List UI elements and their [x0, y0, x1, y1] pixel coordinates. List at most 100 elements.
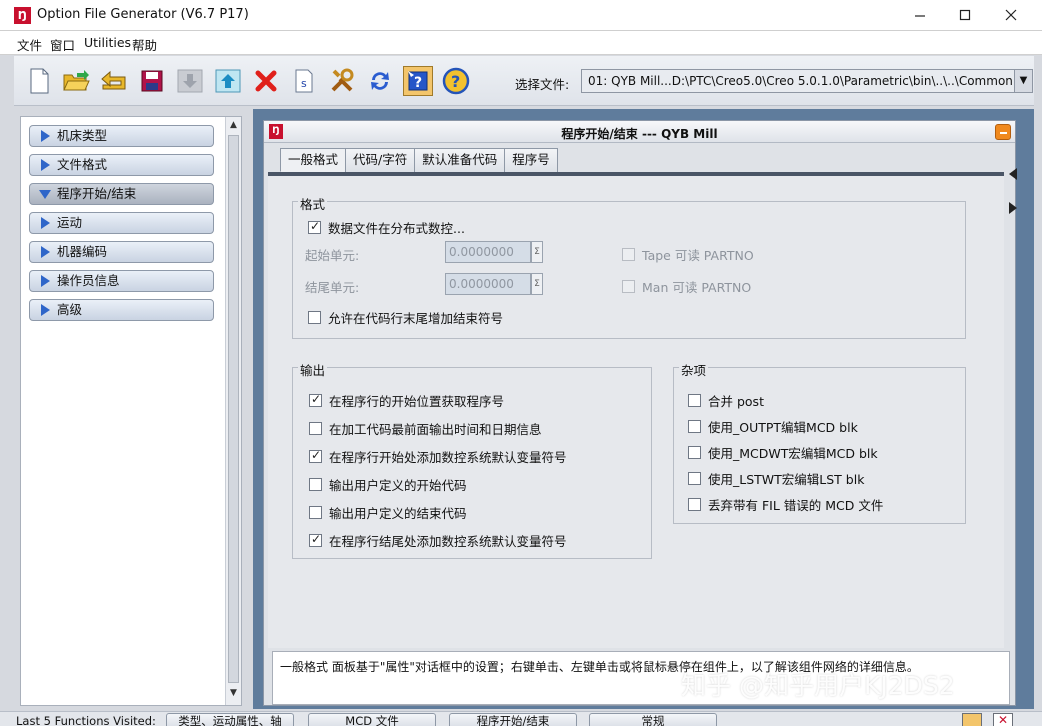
dnc-checkbox[interactable]	[308, 219, 321, 234]
nav-item-motion[interactable]: 运动	[29, 212, 214, 234]
open-button[interactable]	[61, 66, 91, 96]
output-checkbox[interactable]	[309, 422, 322, 435]
scrollbar-thumb[interactable]	[228, 135, 239, 683]
format-group: 格式 数据文件在分布式数控... 起始单元: 0.0000000 Σ 结尾单元:…	[292, 194, 966, 339]
recent-function-button[interactable]: 常规	[589, 713, 717, 726]
misc-item-row[interactable]: 合并 post	[688, 391, 764, 410]
nav-item-machine-codes[interactable]: 机器编码	[29, 241, 214, 263]
upload-icon	[215, 69, 241, 93]
tab-general-format[interactable]: 一般格式	[280, 148, 347, 172]
close-icon	[1005, 9, 1017, 21]
tape-partno-label: Tape 可读 PARTNO	[642, 248, 754, 263]
expand-arrow-icon	[41, 304, 50, 316]
maximize-button[interactable]	[943, 3, 987, 27]
expand-arrow-icon	[41, 275, 50, 287]
nav-item-machine-type[interactable]: 机床类型	[29, 125, 214, 147]
minimize-button[interactable]	[898, 3, 942, 27]
scroll-right-icon[interactable]	[1009, 202, 1017, 214]
output-checkbox[interactable]	[309, 448, 322, 463]
output-item-row[interactable]: 输出用户定义的结束代码	[309, 503, 467, 522]
context-help-icon: ?	[408, 71, 428, 91]
file-select-dropdown[interactable]: 01: QYB Mill...D:\PTC\Creo5.0\Creo 5.0.1…	[581, 69, 1033, 93]
nav-panel: 机床类型 文件格式 程序开始/结束 运动 机器编码 操作员信息 高级 ▲ ▼	[20, 116, 242, 706]
close-button[interactable]	[989, 3, 1033, 27]
recent-function-button[interactable]: 程序开始/结束	[449, 713, 577, 726]
chevron-down-icon[interactable]: ▼	[1014, 70, 1032, 92]
open-folder-icon	[63, 70, 90, 91]
end-unit-sigma-button[interactable]: Σ	[531, 273, 543, 295]
start-unit-input[interactable]: 0.0000000	[445, 241, 531, 263]
upload-button[interactable]	[213, 66, 243, 96]
scroll-down-icon[interactable]: ▼	[228, 688, 239, 700]
new-file-button[interactable]	[24, 66, 54, 96]
output-item-row[interactable]: 在程序行的开始位置获取程序号	[309, 391, 504, 410]
tools-button[interactable]	[327, 66, 357, 96]
menu-file[interactable]: 文件	[17, 35, 42, 54]
output-item-row[interactable]: 在程序行开始处添加数控系统默认变量符号	[309, 447, 567, 466]
output-checkbox[interactable]	[309, 478, 322, 491]
nav-item-file-format[interactable]: 文件格式	[29, 154, 214, 176]
nav-item-program-start-end[interactable]: 程序开始/结束	[29, 183, 214, 205]
tab-content: 格式 数据文件在分布式数控... 起始单元: 0.0000000 Σ 结尾单元:…	[268, 176, 1017, 648]
tab-code-chars[interactable]: 代码/字符	[345, 148, 416, 172]
menu-utilities[interactable]: Utilities	[84, 35, 131, 50]
output-item-row[interactable]: 输出用户定义的开始代码	[309, 475, 467, 494]
output-checkbox[interactable]	[309, 532, 322, 547]
nav-item-label: 文件格式	[57, 157, 108, 172]
toolbar: s ? ? 选择文件: 01: QYB Mill...D:\PTC\Creo5.…	[14, 56, 1034, 106]
allow-end-symbol-checkbox[interactable]	[308, 311, 321, 324]
save-icon	[141, 70, 163, 92]
misc-checkbox[interactable]	[688, 446, 701, 459]
program-start-end-panel: Ŋ 程序开始/结束 --- QYB Mill 一般格式 代码/字符 默认准备代码…	[263, 120, 1017, 706]
window-title: Option File Generator (V6.7 P17)	[37, 7, 249, 22]
menu-help[interactable]: 帮助	[132, 35, 157, 54]
status-close-icon[interactable]: ✕	[993, 713, 1013, 726]
man-partno-row: Man 可读 PARTNO	[622, 277, 751, 296]
dnc-checkbox-row[interactable]: 数据文件在分布式数控...	[308, 218, 465, 237]
misc-item-row[interactable]: 丢弃带有 FIL 错误的 MCD 文件	[688, 495, 883, 514]
end-unit-label: 结尾单元:	[305, 280, 360, 295]
tab-default-prep-codes[interactable]: 默认准备代码	[414, 148, 506, 172]
save-button[interactable]	[137, 66, 167, 96]
output-item-label: 在加工代码最前面输出时间和日期信息	[329, 422, 542, 437]
misc-item-row[interactable]: 使用_OUTPT编辑MCD blk	[688, 417, 858, 436]
output-checkbox[interactable]	[309, 506, 322, 519]
script-button[interactable]: s	[289, 66, 319, 96]
menu-bar: 文件 窗口 Utilities 帮助	[0, 31, 1042, 55]
download-icon	[177, 69, 203, 93]
misc-checkbox[interactable]	[688, 472, 701, 485]
misc-item-row[interactable]: 使用_MCDWT宏编辑MCD blk	[688, 443, 878, 462]
recent-function-button[interactable]: MCD 文件	[308, 713, 436, 726]
end-unit-input[interactable]: 0.0000000	[445, 273, 531, 295]
start-unit-sigma-button[interactable]: Σ	[531, 241, 543, 263]
panel-minimize-icon[interactable]	[995, 124, 1011, 140]
misc-checkbox[interactable]	[688, 394, 701, 407]
tab-program-number[interactable]: 程序号	[504, 148, 558, 172]
nav-scrollbar[interactable]: ▲ ▼	[225, 117, 241, 705]
context-help-button[interactable]: ?	[403, 66, 433, 96]
help-icon: ?	[442, 67, 470, 95]
misc-item-row[interactable]: 使用_LSTWT宏编辑LST blk	[688, 469, 864, 488]
undo-button[interactable]	[99, 66, 129, 96]
menu-window[interactable]: 窗口	[50, 35, 75, 54]
allow-end-symbol-row[interactable]: 允许在代码行末尾增加结束符号	[308, 308, 503, 327]
output-item-row[interactable]: 在加工代码最前面输出时间和日期信息	[309, 419, 542, 438]
recent-function-button[interactable]: 类型、运动属性、轴	[166, 713, 294, 726]
refresh-button[interactable]	[365, 66, 395, 96]
help-button[interactable]: ?	[441, 66, 471, 96]
status-context-help-icon[interactable]	[962, 713, 982, 726]
minimize-icon	[915, 15, 925, 17]
output-item-label: 输出用户定义的开始代码	[329, 478, 467, 493]
scroll-left-icon[interactable]	[1009, 168, 1017, 180]
nav-item-operator-info[interactable]: 操作员信息	[29, 270, 214, 292]
output-checkbox[interactable]	[309, 392, 322, 407]
scroll-up-icon[interactable]: ▲	[228, 120, 239, 132]
svg-text:?: ?	[414, 75, 422, 91]
output-item-row[interactable]: 在程序行结尾处添加数控系统默认变量符号	[309, 531, 567, 550]
script-icon: s	[295, 69, 313, 93]
delete-button[interactable]	[251, 66, 281, 96]
misc-checkbox[interactable]	[688, 420, 701, 433]
nav-item-advanced[interactable]: 高级	[29, 299, 214, 321]
misc-checkbox[interactable]	[688, 498, 701, 511]
maximize-icon	[959, 9, 971, 21]
